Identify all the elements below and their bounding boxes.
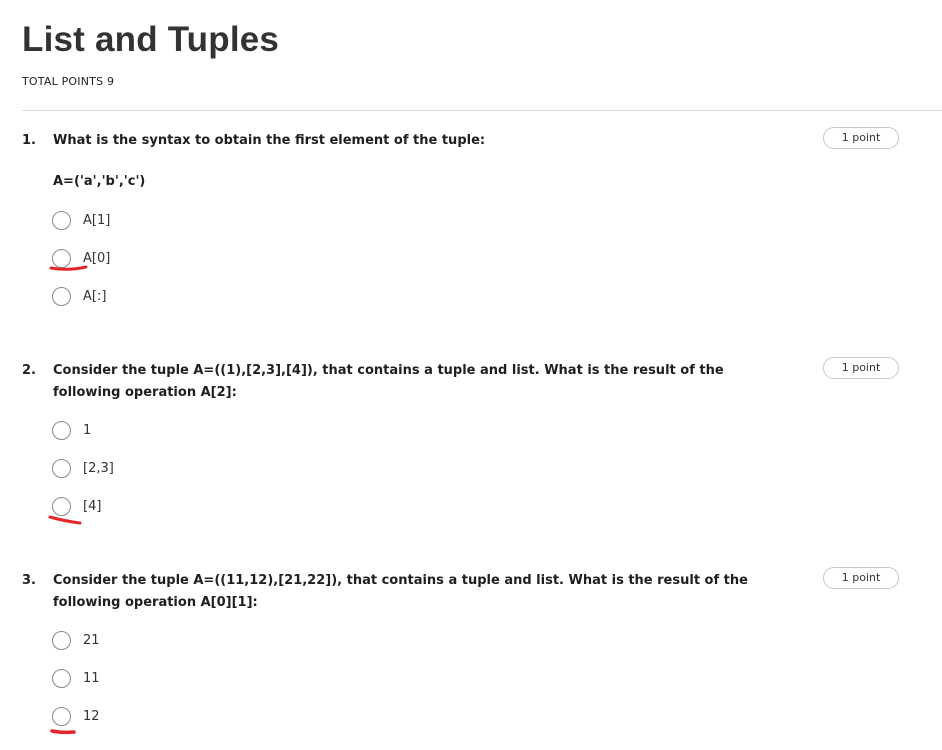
radio-button[interactable] [52,249,71,268]
question-text: Consider the tuple A=((1),[2,3],[4]), th… [53,363,724,400]
question-number: 2. [22,363,36,378]
question-number: 3. [22,573,36,588]
option-label: A[1] [83,213,111,228]
radio-button[interactable] [52,211,71,230]
option-2-3[interactable]: [2,3] [52,459,352,481]
question-text: What is the syntax to obtain the first e… [53,133,486,148]
option-a-slice[interactable]: A[:] [52,287,352,309]
option-21[interactable]: 21 [52,631,352,653]
option-label: 12 [83,709,100,724]
radio-button[interactable] [52,707,71,726]
radio-button[interactable] [52,421,71,440]
question-subtext: A=('a','b','c') [53,174,146,189]
radio-button[interactable] [52,631,71,650]
total-points-label: TOTAL POINTS 9 [22,75,115,88]
points-badge: 1 point [823,127,899,149]
option-12[interactable]: 12 [52,707,352,729]
radio-button[interactable] [52,497,71,516]
option-label: 1 [83,423,92,438]
radio-button[interactable] [52,669,71,688]
radio-button[interactable] [52,459,71,478]
points-badge: 1 point [823,567,899,589]
question-number: 1. [22,133,36,148]
radio-button[interactable] [52,287,71,306]
option-a0[interactable]: A[0] [52,249,352,271]
option-label: 11 [83,671,100,686]
option-label: A[:] [83,289,107,304]
option-label: [4] [83,499,102,514]
points-badge: 1 point [823,357,899,379]
page-title: List and Tuples [22,20,280,59]
option-a1[interactable]: A[1] [52,211,352,233]
option-4[interactable]: [4] [52,497,352,519]
option-label: [2,3] [83,461,114,476]
option-11[interactable]: 11 [52,669,352,691]
option-label: 21 [83,633,100,648]
question-text: Consider the tuple A=((11,12),[21,22]), … [53,573,748,610]
option-1[interactable]: 1 [52,421,352,443]
option-label: A[0] [83,251,111,266]
header-divider [22,110,942,111]
